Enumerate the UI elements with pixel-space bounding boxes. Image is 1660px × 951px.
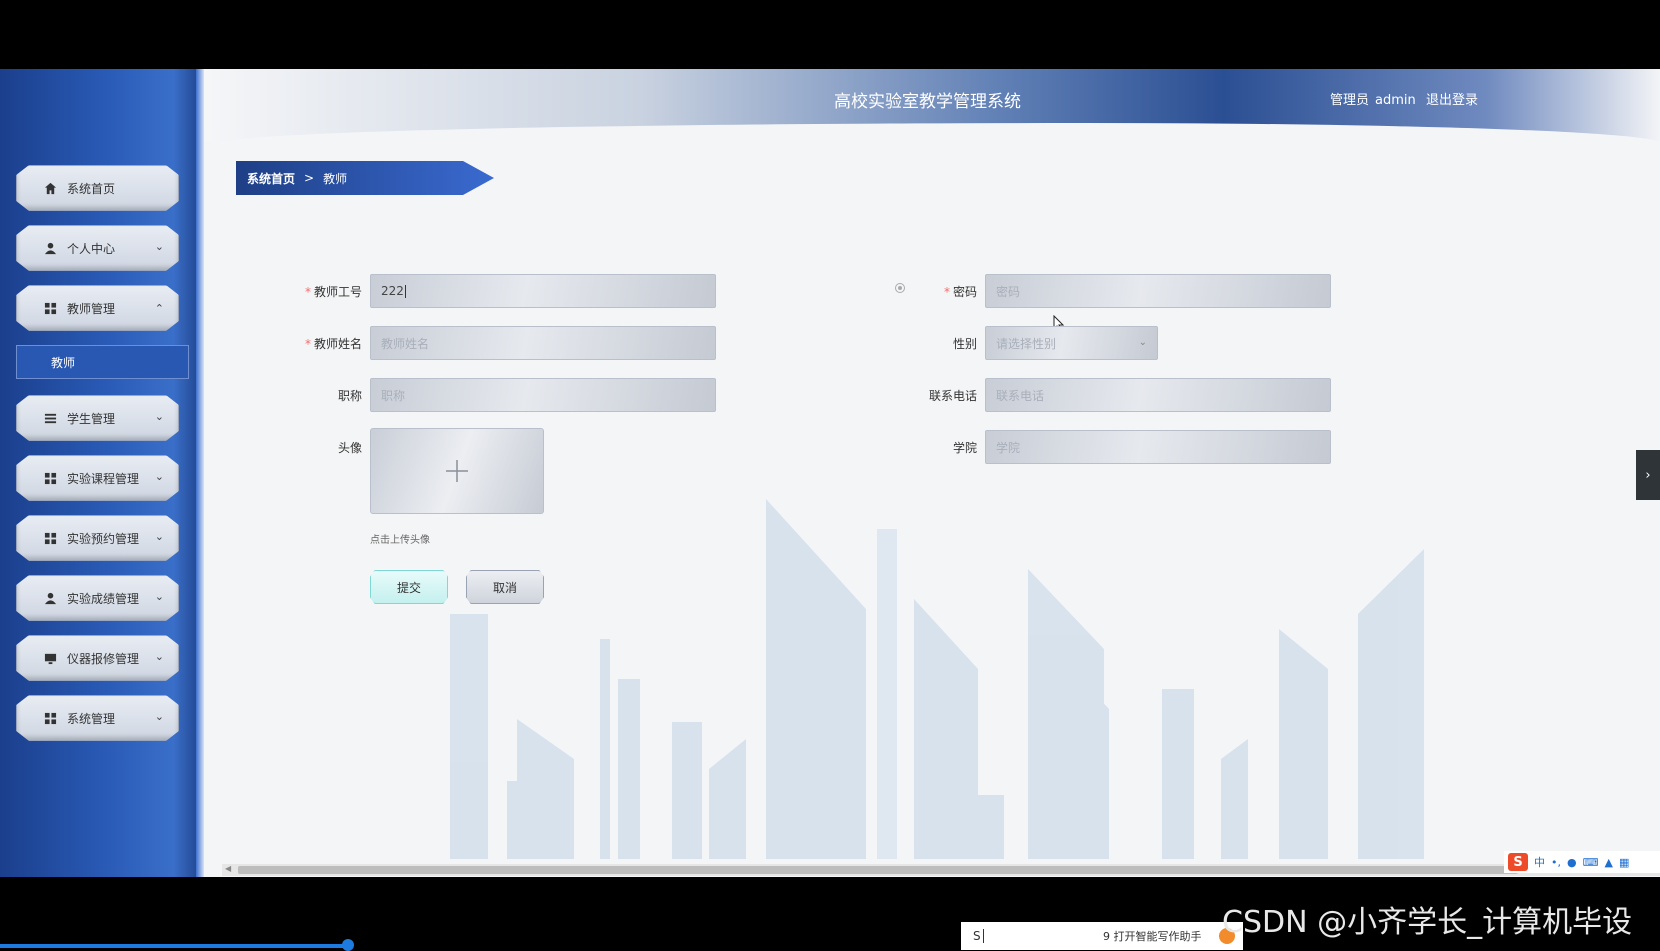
teacher-id-label: * 教师工号 (304, 285, 362, 299)
ime-composition-box[interactable]: S 9 打开智能写作助手 (961, 922, 1243, 950)
breadcrumb: 系统首页 > 教师 (236, 161, 494, 195)
sidebar-item-personal-center[interactable]: 个人中心 ⌄ (16, 225, 179, 271)
ime-toolbar: S 中 •, ● ⌨ ▲ ▦ (1504, 851, 1660, 873)
toolbox-icon[interactable]: ▦ (1619, 856, 1629, 869)
user-role: 管理员 (1330, 93, 1370, 108)
drawer-toggle[interactable]: › (1636, 450, 1660, 500)
chevron-down-icon: ⌄ (154, 470, 164, 483)
submit-button[interactable]: 提交 (370, 570, 448, 604)
cancel-button[interactable]: 取消 (466, 570, 544, 604)
sidebar: 系统首页 个人中心 ⌄ 教师管理 ⌃ 教师 学生管理 ⌄ 实验课程管理 ⌄ 实验… (0, 69, 204, 877)
list-icon (43, 411, 57, 425)
monitor-icon (43, 651, 57, 665)
breadcrumb-current: 教师 (323, 171, 348, 186)
video-progress-handle[interactable] (342, 939, 354, 951)
phone-label: 联系电话 (928, 389, 977, 403)
grid-icon (43, 471, 57, 485)
required-mark: * (304, 285, 311, 299)
microphone-icon[interactable]: ● (1567, 856, 1577, 869)
gender-select[interactable]: 请选择性别 ⌄ (985, 326, 1158, 360)
sidebar-item-label: 实验预约管理 (67, 531, 140, 546)
sidebar-item-student-management[interactable]: 学生管理 ⌄ (16, 395, 179, 441)
job-title-input[interactable]: 职称 (370, 378, 716, 412)
sidebar-item-label: 实验成绩管理 (67, 591, 140, 606)
breadcrumb-separator: > (304, 171, 315, 185)
college-input[interactable]: 学院 (985, 430, 1331, 464)
user-icon (43, 591, 57, 605)
sogou-logo-icon[interactable]: S (1508, 853, 1528, 871)
logout-link[interactable]: 退出登录 (1426, 89, 1478, 108)
grid-icon (43, 301, 57, 315)
chevron-down-icon: ⌄ (154, 590, 164, 603)
sidebar-item-grade-management[interactable]: 实验成绩管理 ⌄ (16, 575, 179, 621)
sidebar-item-label: 实验课程管理 (67, 471, 140, 486)
job-title-label: 职称 (337, 389, 362, 403)
sidebar-item-system-management[interactable]: 系统管理 ⌄ (16, 695, 179, 741)
required-mark: * (943, 285, 950, 299)
skin-icon[interactable]: ▲ (1605, 856, 1613, 869)
chevron-down-icon: ⌄ (154, 530, 164, 543)
gender-label: 性别 (952, 337, 977, 351)
sidebar-item-reservation-management[interactable]: 实验预约管理 ⌄ (16, 515, 179, 561)
grid-icon (43, 531, 57, 545)
chevron-down-icon: ⌄ (154, 240, 164, 253)
password-label: * 密码 (943, 285, 977, 299)
sidebar-item-label: 学生管理 (67, 411, 116, 426)
sidebar-item-label: 个人中心 (67, 241, 116, 256)
punctuation-icon[interactable]: •, (1551, 856, 1561, 869)
required-mark: * (304, 337, 311, 351)
keyboard-icon[interactable]: ⌨ (1583, 856, 1599, 869)
top-header: 高校实验室教学管理系统 管理员 admin 退出登录 (204, 69, 1660, 151)
watermark: CSDN @小齐学长_计算机毕设 (1222, 905, 1633, 940)
chevron-down-icon: ⌄ (154, 410, 164, 423)
sidebar-item-teacher-management[interactable]: 教师管理 ⌃ (16, 285, 179, 331)
teacher-name-input[interactable]: 教师姓名 (370, 326, 716, 360)
chevron-right-icon: › (1645, 467, 1651, 483)
college-label: 学院 (952, 441, 977, 455)
ime-language[interactable]: 中 (1534, 854, 1545, 870)
home-icon (43, 181, 57, 195)
sidebar-item-home[interactable]: 系统首页 (16, 165, 179, 211)
horizontal-scrollbar[interactable]: ◀ (222, 864, 1660, 876)
text-caret (404, 284, 406, 298)
text-caret (982, 929, 984, 943)
grid-icon (43, 711, 57, 725)
user-info: 管理员 admin (1330, 89, 1422, 108)
chevron-up-icon: ⌃ (154, 302, 164, 315)
sidebar-item-course-management[interactable]: 实验课程管理 ⌄ (16, 455, 179, 501)
avatar-label: 头像 (337, 441, 362, 455)
chevron-down-icon: ⌄ (1138, 337, 1147, 348)
scrollbar-thumb[interactable] (238, 866, 1518, 874)
avatar-uploader[interactable] (370, 428, 544, 514)
sidebar-item-label: 系统管理 (67, 711, 116, 726)
app-window: 系统首页 个人中心 ⌄ 教师管理 ⌃ 教师 学生管理 ⌄ 实验课程管理 ⌄ 实验… (0, 69, 1660, 877)
sidebar-subitem-label: 教师 (51, 355, 76, 370)
phone-input[interactable]: 联系电话 (985, 378, 1331, 412)
user-icon (43, 241, 57, 255)
sidebar-item-label: 教师管理 (67, 301, 116, 316)
sidebar-item-repair-management[interactable]: 仪器报修管理 ⌄ (16, 635, 179, 681)
plus-icon (446, 460, 468, 482)
user-name: admin (1375, 93, 1416, 108)
video-progress-bar[interactable] (0, 944, 350, 948)
breadcrumb-home[interactable]: 系统首页 (247, 170, 295, 187)
sidebar-item-label: 系统首页 (67, 181, 116, 196)
teacher-id-input[interactable]: 222 (370, 274, 716, 308)
password-input[interactable]: 密码 (985, 274, 1331, 308)
sidebar-subitem-teacher[interactable]: 教师 (16, 345, 189, 379)
chevron-down-icon: ⌄ (154, 650, 164, 663)
sidebar-item-label: 仪器报修管理 (67, 651, 140, 666)
teacher-name-label: * 教师姓名 (304, 337, 362, 351)
app-title: 高校实验室教学管理系统 (834, 92, 1021, 112)
chevron-down-icon: ⌄ (154, 710, 164, 723)
writing-assistant-hint[interactable]: 9 打开智能写作助手 (1103, 928, 1202, 944)
scroll-left-icon[interactable]: ◀ (225, 864, 231, 873)
avatar-hint: 点击上传头像 (370, 535, 430, 546)
